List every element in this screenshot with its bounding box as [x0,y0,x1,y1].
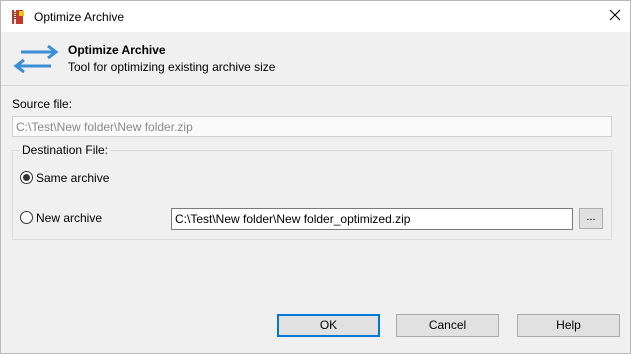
close-icon [609,9,621,24]
title-bar: Optimize Archive [1,1,630,32]
close-button[interactable] [600,1,630,32]
cancel-button[interactable]: Cancel [396,314,499,337]
header-divider [1,85,630,86]
swap-arrows-icon [13,44,59,74]
app-icon [10,9,26,25]
header-subtitle: Tool for optimizing existing archive siz… [68,60,276,74]
source-file-field[interactable] [12,116,612,137]
window-title: Optimize Archive [34,10,125,24]
help-button[interactable]: Help [517,314,620,337]
ok-button[interactable]: OK [277,314,380,337]
header-title: Optimize Archive [68,43,166,57]
new-archive-label[interactable]: New archive [36,211,102,225]
dialog-header: Optimize Archive Tool for optimizing exi… [1,32,630,84]
optimize-archive-dialog: Optimize Archive Optimize Archive Tool f… [0,0,631,354]
new-archive-path-field[interactable] [171,208,573,230]
same-archive-radio[interactable] [20,171,33,184]
same-archive-label[interactable]: Same archive [36,171,109,185]
browse-button[interactable]: ... [579,208,603,229]
destination-label: Destination File: [20,143,111,157]
source-file-label: Source file: [12,97,73,111]
new-archive-radio[interactable] [20,211,33,224]
